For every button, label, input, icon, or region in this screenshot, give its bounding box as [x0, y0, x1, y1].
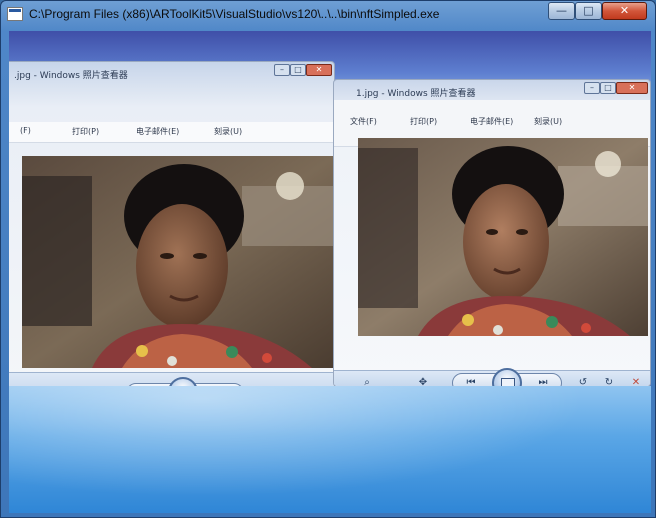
viewer-right-minimize-icon: – [584, 82, 600, 94]
photo-left [22, 156, 334, 368]
menu-burn: 刻录(U) [534, 117, 563, 126]
photo-viewer-right: 1.jpg - Windows 照片查看器 – □ ✕ 文件(F) 打印(P) … [333, 79, 651, 387]
viewer-right-maximize-icon: □ [600, 82, 616, 94]
maximize-button[interactable]: □ [575, 2, 602, 20]
menu-email: 电子邮件(E) [136, 127, 180, 136]
minimize-button[interactable]: — [548, 2, 575, 20]
portrait-photo-right [358, 138, 648, 336]
menu-print: 打印(P) [72, 127, 100, 136]
viewer-left-title: .jpg - Windows 照片查看器 [14, 71, 128, 81]
menu-email: 电子邮件(E) [470, 117, 514, 126]
viewer-left-menubar: (F) 打印(P) 电子邮件(E) 刻录(U) [9, 122, 334, 143]
viewer-left-maximize-icon: □ [290, 64, 306, 76]
close-button[interactable]: ✕ [602, 2, 647, 20]
menu-file: 文件(F) [350, 117, 377, 126]
viewer-left-minimize-icon: – [274, 64, 290, 76]
slideshow-icon [492, 368, 522, 386]
viewer-left-close-icon: ✕ [306, 64, 332, 76]
photo-viewer-left: .jpg - Windows 照片查看器 – □ ✕ (F) 打印(P) 电子邮… [9, 61, 335, 389]
app-window: C:\Program Files (x86)\ARToolKit5\Visual… [0, 0, 656, 518]
viewer-right-toolbar: ⌕ ✥ ⏮ ⏭ ↺ ↻ ✕ [334, 368, 650, 386]
menu-print: 打印(P) [410, 117, 438, 126]
photo-right [358, 138, 648, 336]
viewer-right-close-icon: ✕ [616, 82, 648, 94]
app-window-icon[interactable] [7, 7, 23, 21]
menu-file: (F) [20, 126, 31, 135]
viewer-right-title: 1.jpg - Windows 照片查看器 [356, 89, 476, 99]
portrait-photo-left [22, 156, 334, 368]
screen-glare [9, 386, 651, 513]
camera-feed: .jpg - Windows 照片查看器 – □ ✕ (F) 打印(P) 电子邮… [9, 31, 651, 513]
title-bar[interactable]: C:\Program Files (x86)\ARToolKit5\Visual… [1, 1, 655, 29]
menu-burn: 刻录(U) [214, 127, 243, 136]
window-title: C:\Program Files (x86)\ARToolKit5\Visual… [29, 7, 440, 21]
